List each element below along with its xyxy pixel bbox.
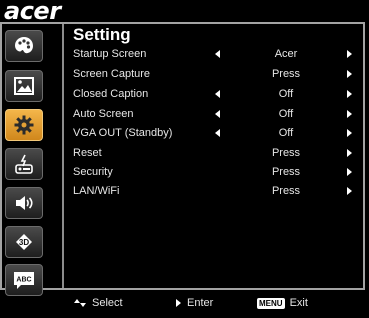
right-arrow-icon[interactable] (347, 149, 352, 157)
image-icon (14, 77, 34, 95)
row-value: Off (278, 108, 294, 120)
row-label: Closed Caption (73, 88, 149, 100)
menu-row-startup-screen[interactable]: Startup Screen Acer (73, 46, 358, 64)
right-arrow-icon[interactable] (347, 187, 352, 195)
right-arrow-icon[interactable] (347, 50, 352, 58)
sidebar-item-image[interactable] (5, 70, 43, 102)
left-arrow-icon[interactable] (215, 129, 220, 137)
right-arrow-icon[interactable] (347, 90, 352, 98)
menu-row-security[interactable]: Security Press (73, 164, 358, 182)
row-value: Press (271, 166, 301, 178)
sidebar-divider (62, 24, 64, 288)
page-title: Setting (73, 25, 131, 44)
sidebar-item-management[interactable] (5, 148, 43, 180)
row-value: Acer (274, 48, 298, 60)
select-hint: Select (73, 297, 123, 309)
menu-row-vga-out[interactable]: VGA OUT (Standby) Off (73, 125, 358, 143)
row-value: Press (271, 185, 301, 197)
right-arrow-icon[interactable] (347, 168, 352, 176)
menu-row-screen-capture[interactable]: Screen Capture Press (73, 66, 358, 84)
left-arrow-icon[interactable] (215, 50, 220, 58)
row-value: Off (278, 88, 294, 100)
sidebar-item-3d[interactable]: 3D (5, 226, 43, 258)
select-label: Select (92, 297, 123, 309)
row-label: Screen Capture (73, 68, 151, 80)
row-label: VGA OUT (Standby) (73, 127, 173, 139)
menu-row-closed-caption[interactable]: Closed Caption Off (73, 86, 358, 104)
row-label: Reset (73, 147, 102, 159)
svg-text:3D: 3D (19, 238, 29, 247)
enter-hint: Enter (176, 297, 213, 309)
gear-icon (14, 115, 34, 135)
speaker-icon (16, 196, 33, 210)
row-label: Startup Screen (73, 48, 147, 60)
palette-icon (15, 37, 33, 54)
enter-label: Enter (187, 297, 214, 309)
sidebar-item-color[interactable] (5, 30, 43, 62)
row-value: Press (271, 147, 301, 159)
right-arrow-icon[interactable] (347, 110, 352, 118)
menu-key-icon: MENU (257, 297, 285, 309)
row-label: Security (73, 166, 113, 178)
footer-hints: Select Enter MENU Exit (0, 296, 369, 312)
power-icon (15, 154, 33, 174)
exit-hint: MENU Exit (257, 297, 308, 309)
left-arrow-icon[interactable] (215, 90, 220, 98)
sidebar-item-setting[interactable] (5, 109, 43, 141)
osd-menu: acer 3D ABC Setting Startup Screen Acer … (0, 0, 369, 318)
sidebar-item-audio[interactable] (5, 187, 43, 219)
right-arrow-icon[interactable] (347, 70, 352, 78)
right-arrow-icon (176, 299, 181, 307)
left-arrow-icon[interactable] (215, 110, 220, 118)
row-value: Off (278, 127, 294, 139)
up-down-arrows-icon (74, 299, 86, 307)
menu-row-reset[interactable]: Reset Press (73, 145, 358, 163)
exit-label: Exit (289, 297, 308, 309)
svg-text:ABC: ABC (16, 277, 31, 284)
row-label: LAN/WiFi (73, 185, 120, 197)
3d-icon: 3D (16, 234, 32, 250)
row-label: Auto Screen (73, 108, 134, 120)
row-value: Press (271, 68, 301, 80)
right-arrow-icon[interactable] (347, 129, 352, 137)
menu-row-auto-screen[interactable]: Auto Screen Off (73, 106, 358, 124)
sidebar-item-language[interactable]: ABC (5, 264, 43, 296)
menu-row-lan-wifi[interactable]: LAN/WiFi Press (73, 183, 358, 201)
language-icon: ABC (14, 272, 34, 289)
